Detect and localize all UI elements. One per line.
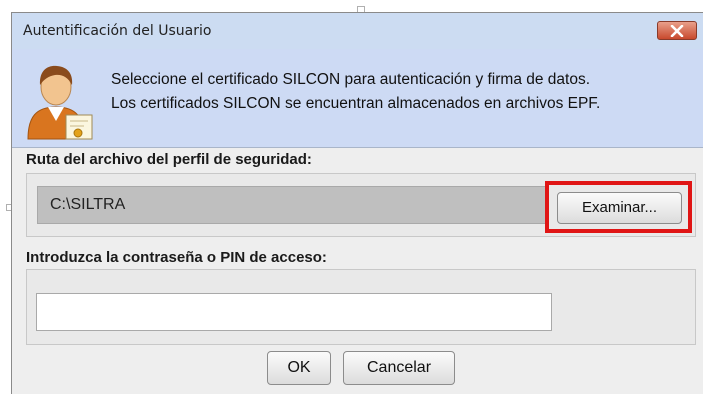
close-x-icon <box>670 24 684 37</box>
header-message-line-2: Los certificados SILCON se encuentran al… <box>111 95 601 112</box>
pin-input[interactable] <box>36 293 552 331</box>
browse-button[interactable]: Examinar... <box>557 192 682 224</box>
ok-button[interactable]: OK <box>267 351 331 385</box>
security-profile-label: Ruta del archivo del perfil de seguridad… <box>26 151 312 168</box>
dialog-header: Seleccione el certificado SILCON para au… <box>12 49 703 148</box>
authentication-dialog: Autentificación del Usuario Seleccione e… <box>11 12 703 394</box>
title-bar[interactable]: Autentificación del Usuario <box>12 13 703 49</box>
pin-panel <box>26 269 696 345</box>
dialog-title: Autentificación del Usuario <box>23 23 212 39</box>
security-profile-path-value: C:\SILTRA <box>50 196 126 213</box>
pin-label: Introduzca la contraseña o PIN de acceso… <box>26 249 327 266</box>
close-button[interactable] <box>657 21 697 40</box>
user-certificate-icon <box>27 65 93 140</box>
security-profile-path-field[interactable]: C:\SILTRA <box>37 186 547 224</box>
cancel-button[interactable]: Cancelar <box>343 351 455 385</box>
header-message-line-1: Seleccione el certificado SILCON para au… <box>111 71 591 88</box>
